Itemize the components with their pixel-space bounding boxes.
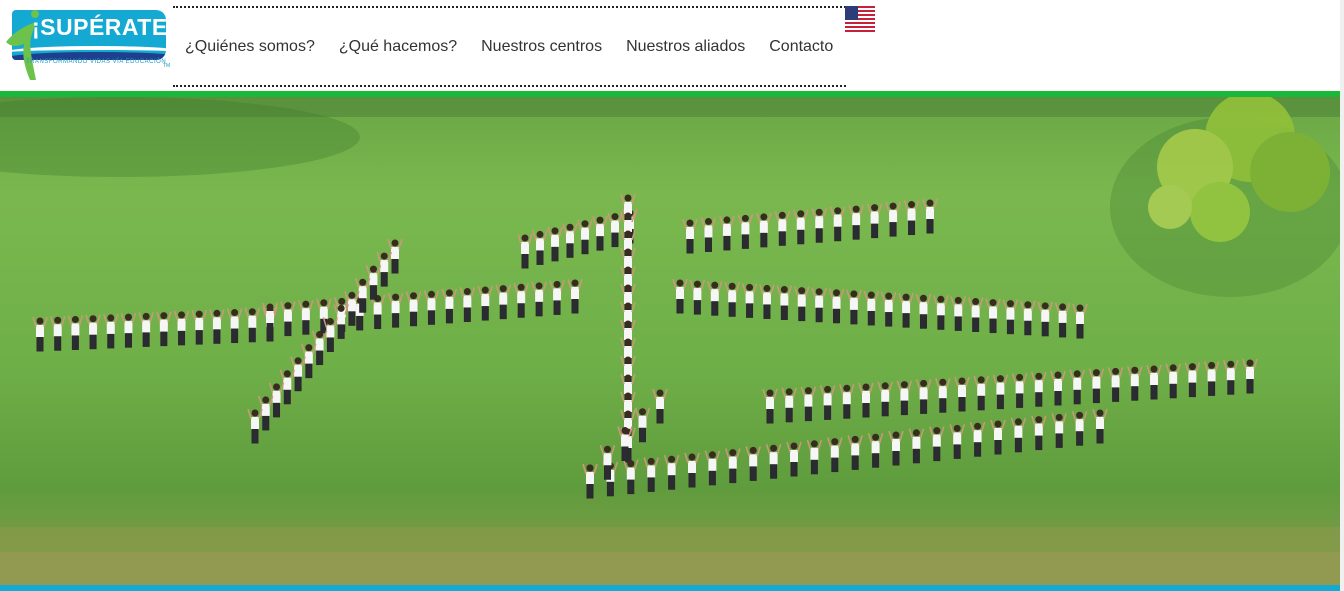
nav-nuestros-aliados[interactable]: Nuestros aliados [626, 38, 745, 56]
logo-trademark: TM [163, 63, 171, 69]
nav-que-hacemos[interactable]: ¿Qué hacemos? [339, 38, 457, 56]
hero-image [0, 97, 1340, 585]
logo-tagline: TRANSFORMANDO VIDAS VÍA EDUCACIÓN [26, 59, 167, 65]
site-header: ¡SUPÉRATE! TRANSFORMANDO VIDAS VÍA EDUCA… [0, 0, 1344, 91]
page-scrollbar[interactable] [1340, 0, 1344, 591]
us-flag-icon[interactable] [845, 6, 875, 32]
hero-photo-illustration [0, 97, 1340, 585]
superate-logo[interactable]: ¡SUPÉRATE! TRANSFORMANDO VIDAS VÍA EDUCA… [2, 4, 175, 84]
main-nav: ¿Quiénes somos? ¿Qué hacemos? Nuestros c… [173, 6, 846, 87]
nav-contacto[interactable]: Contacto [769, 38, 833, 56]
nav-nuestros-centros[interactable]: Nuestros centros [481, 38, 602, 56]
logo-title: ¡SUPÉRATE! [32, 14, 176, 40]
hero-bottom-bar [0, 585, 1340, 591]
nav-quienes-somos[interactable]: ¿Quiénes somos? [185, 38, 315, 56]
